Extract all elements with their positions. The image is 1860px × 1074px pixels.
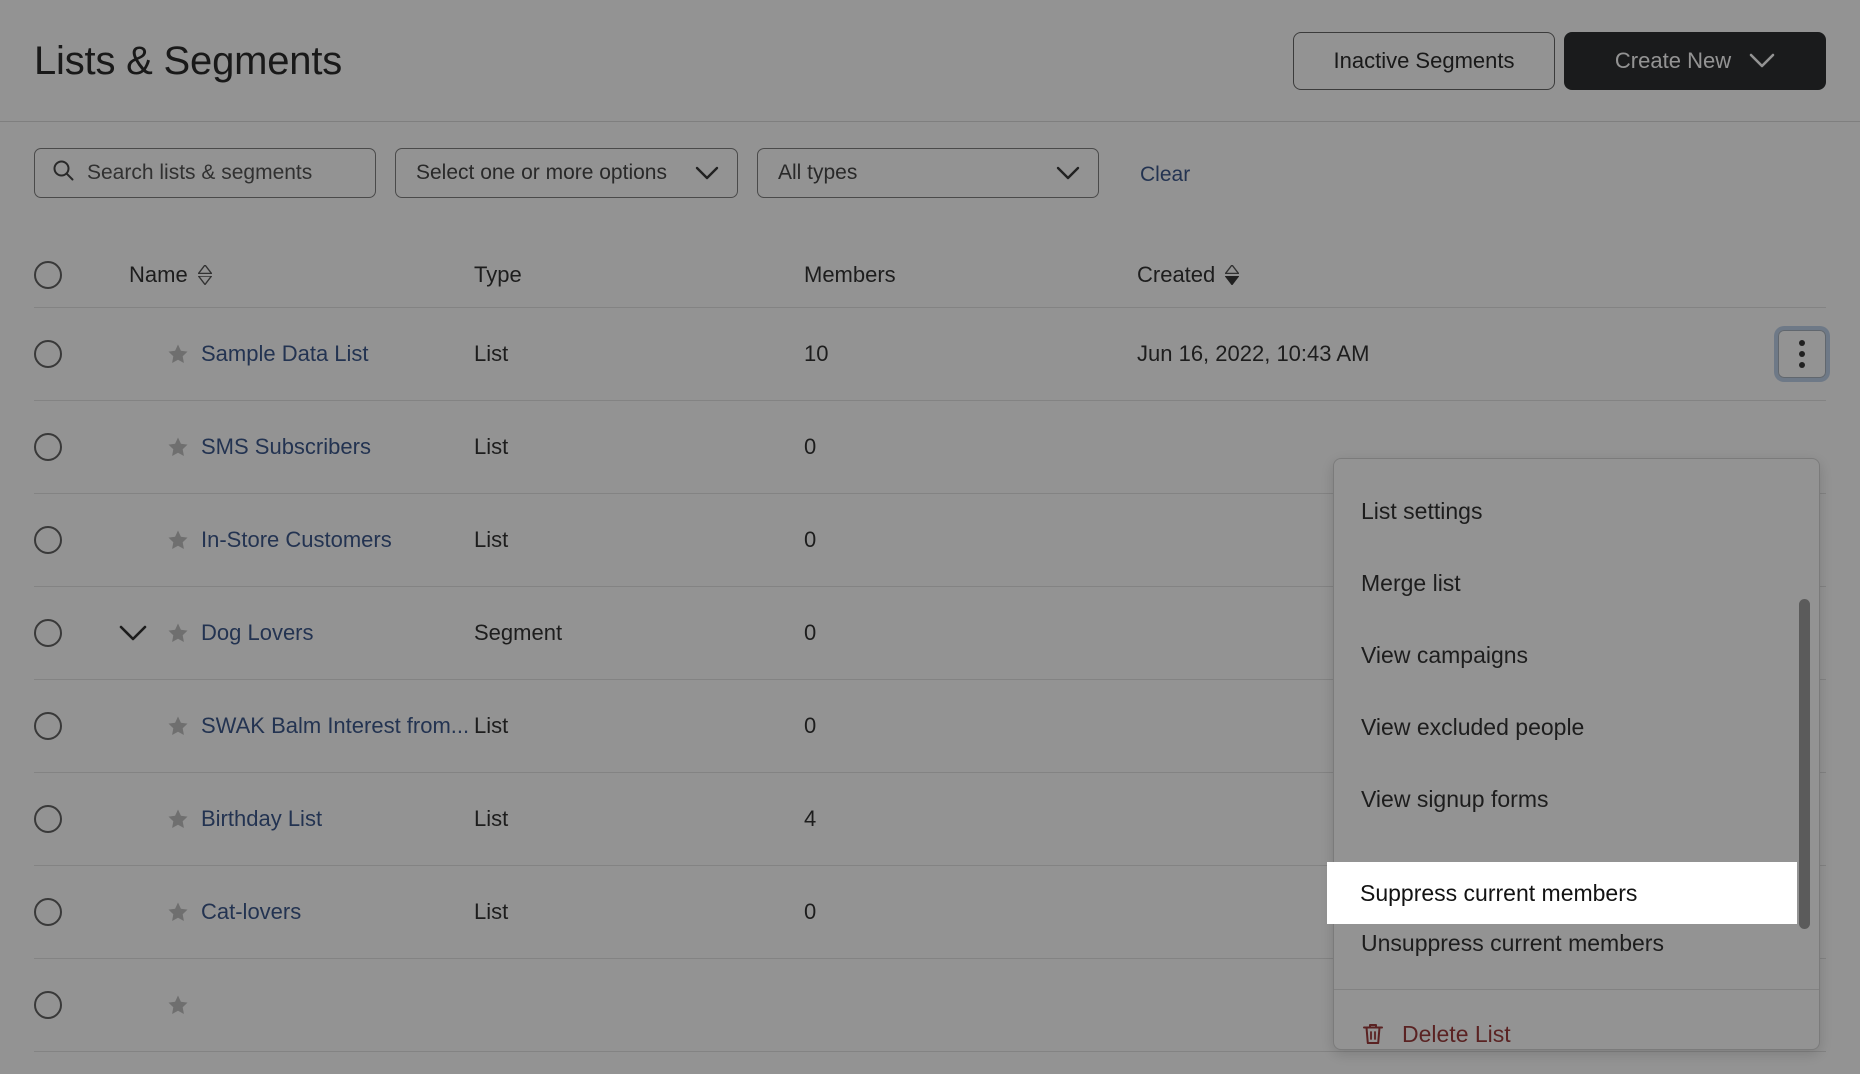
menu-item-suppress-current-members-highlighted[interactable]: Suppress current members — [1327, 862, 1797, 924]
app-root: Lists & Segments Inactive Segments Creat… — [0, 0, 1860, 1074]
